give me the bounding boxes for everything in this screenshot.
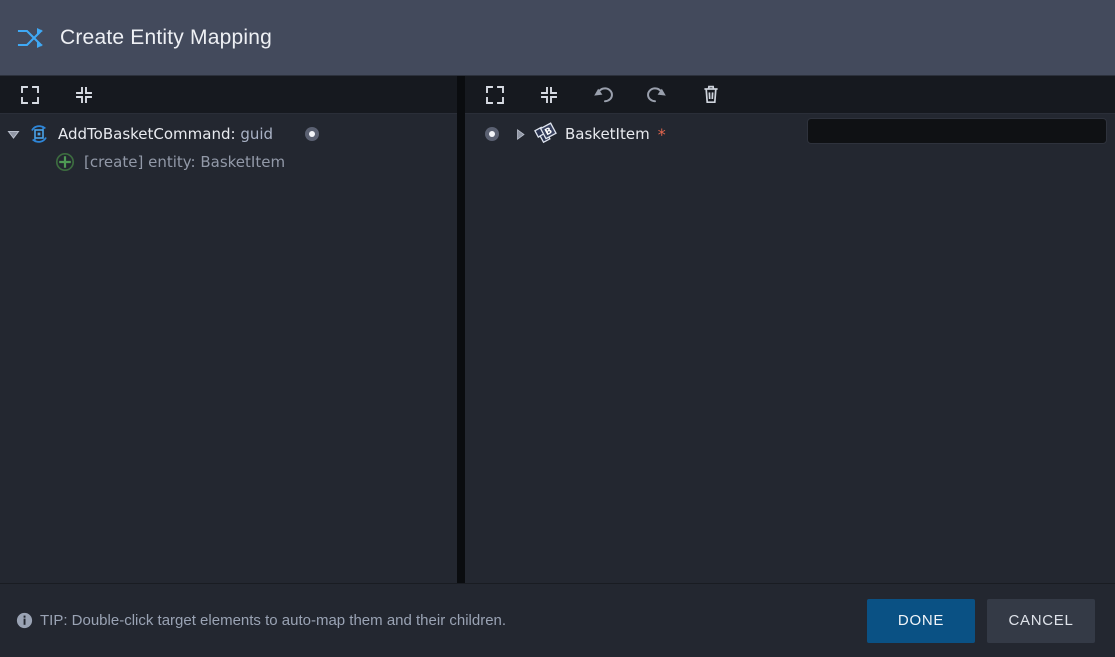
mapping-connector-dot[interactable]: [305, 127, 320, 141]
tree-row-label: AddToBasketCommand: guid: [58, 125, 273, 143]
redo-icon[interactable]: [637, 80, 677, 110]
target-panel: B BasketItem *: [465, 76, 1115, 583]
expand-all-icon[interactable]: [10, 80, 50, 110]
tip-text: TIP: Double-click target elements to aut…: [40, 612, 507, 629]
page-title: Create Entity Mapping: [60, 25, 272, 49]
mapping-body: AddToBasketCommand: guid [create] entity…: [0, 76, 1115, 583]
undo-icon[interactable]: [583, 80, 623, 110]
entity-icon: B: [533, 122, 559, 146]
collapse-all-icon[interactable]: [529, 80, 569, 110]
tree-row[interactable]: AddToBasketCommand: guid: [0, 120, 457, 148]
chevron-right-icon[interactable]: [507, 128, 533, 141]
done-button[interactable]: DONE: [867, 598, 975, 643]
required-marker: *: [657, 124, 666, 144]
command-icon: [26, 123, 52, 145]
source-panel: AddToBasketCommand: guid [create] entity…: [0, 76, 457, 583]
dialog-footer: TIP: Double-click target elements to aut…: [0, 583, 1115, 657]
collapse-all-icon[interactable]: [64, 80, 104, 110]
source-toolbar: [0, 76, 457, 114]
target-toolbar: [465, 76, 1115, 114]
source-node-type: guid: [240, 125, 274, 143]
source-node-name: AddToBasketCommand:: [58, 125, 236, 143]
tree-row-label: [create] entity: BasketItem: [84, 153, 286, 171]
tip-message: TIP: Double-click target elements to aut…: [16, 612, 867, 629]
target-tree: B BasketItem *: [465, 114, 1115, 583]
target-value-input[interactable]: [807, 118, 1107, 144]
mapping-connector-dot[interactable]: [485, 127, 499, 141]
create-entity-mapping-dialog: Create Entity Mapping AddToBasketCommand…: [0, 0, 1115, 657]
tree-row[interactable]: [create] entity: BasketItem: [0, 148, 457, 176]
create-plus-icon: [52, 152, 78, 172]
shuffle-icon: [16, 23, 46, 53]
target-node-label: BasketItem: [565, 125, 650, 143]
dialog-titlebar: Create Entity Mapping: [0, 0, 1115, 76]
trash-icon[interactable]: [691, 80, 731, 110]
info-icon: [16, 612, 33, 629]
panel-splitter[interactable]: [457, 76, 465, 583]
chevron-down-icon[interactable]: [0, 128, 26, 141]
source-tree: AddToBasketCommand: guid [create] entity…: [0, 114, 457, 583]
cancel-button[interactable]: CANCEL: [987, 598, 1095, 643]
expand-all-icon[interactable]: [475, 80, 515, 110]
